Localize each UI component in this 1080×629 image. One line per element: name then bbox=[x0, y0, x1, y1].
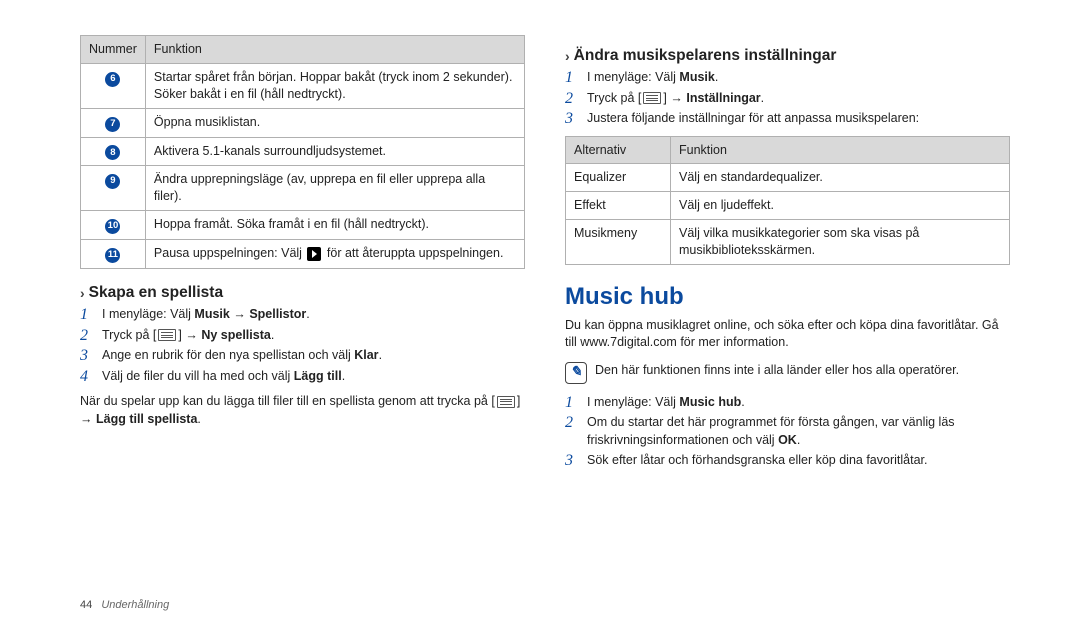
cell-text: Öppna musiklistan. bbox=[145, 108, 524, 137]
step-item: Välj de filer du vill ha med och välj Lä… bbox=[80, 368, 525, 386]
step-item: Tryck på [] → Ny spellista. bbox=[80, 327, 525, 345]
table-row: 8 Aktivera 5.1-kanals surroundljudsystem… bbox=[81, 137, 525, 166]
step-item: I menyläge: Välj Music hub. bbox=[565, 394, 1010, 412]
cell-text: Aktivera 5.1-kanals surroundljudsystemet… bbox=[145, 137, 524, 166]
table-row: 10 Hoppa framåt. Söka framåt i en fil (h… bbox=[81, 211, 525, 240]
cell-text: Hoppa framåt. Söka framåt i en fil (håll… bbox=[145, 211, 524, 240]
note-add-to-playlist: När du spelar upp kan du lägga till file… bbox=[80, 393, 525, 428]
menu-icon bbox=[643, 92, 661, 104]
step-item: Justera följande inställningar för att a… bbox=[565, 110, 1010, 128]
note-availability: ✎ Den här funktionen finns inte i alla l… bbox=[565, 362, 1010, 384]
table-row: 9 Ändra upprepningsläge (av, upprepa en … bbox=[81, 166, 525, 211]
steps-create-playlist: I menyläge: Välj Musik → Spellistor. Try… bbox=[80, 306, 525, 385]
step-item: Tryck på [] → Inställningar. bbox=[565, 90, 1010, 108]
play-icon bbox=[307, 247, 321, 261]
chevron-icon: › bbox=[565, 48, 570, 64]
num-badge-10: 10 bbox=[105, 219, 120, 234]
music-hub-desc: Du kan öppna musiklagret online, och sök… bbox=[565, 317, 1010, 352]
menu-icon bbox=[158, 329, 176, 341]
table-row: 11 Pausa uppspelningen: Välj för att åte… bbox=[81, 240, 525, 269]
step-item: Om du startar det här programmet för för… bbox=[565, 414, 1010, 449]
cell-text: Ändra upprepningsläge (av, upprepa en fi… bbox=[145, 166, 524, 211]
menu-icon bbox=[497, 396, 515, 408]
th-nummer: Nummer bbox=[81, 36, 146, 64]
num-badge-6: 6 bbox=[105, 72, 120, 87]
cell-text: Startar spåret från början. Hoppar bakåt… bbox=[145, 63, 524, 108]
function-table: Nummer Funktion 6 Startar spåret från bö… bbox=[80, 35, 525, 269]
subhead-create-playlist: ›Skapa en spellista bbox=[80, 284, 525, 302]
settings-table: Alternativ Funktion Equalizer Välj en st… bbox=[565, 136, 1010, 265]
step-item: I menyläge: Välj Musik → Spellistor. bbox=[80, 306, 525, 324]
table-row: Equalizer Välj en standardequalizer. bbox=[566, 164, 1010, 192]
subhead-settings: ›Ändra musikspelarens inställningar bbox=[565, 47, 1010, 65]
title-music-hub: Music hub bbox=[565, 283, 1010, 311]
num-badge-8: 8 bbox=[105, 145, 120, 160]
note-text: Den här funktionen finns inte i alla län… bbox=[595, 362, 959, 380]
step-item: Sök efter låtar och förhandsgranska elle… bbox=[565, 452, 1010, 470]
cell-alt: Musikmeny bbox=[566, 220, 671, 265]
table-row: Effekt Välj en ljudeffekt. bbox=[566, 192, 1010, 220]
steps-settings: I menyläge: Välj Musik. Tryck på [] → In… bbox=[565, 69, 1010, 128]
cell-func: Välj en ljudeffekt. bbox=[671, 192, 1010, 220]
chevron-icon: › bbox=[80, 285, 85, 301]
cell-alt: Effekt bbox=[566, 192, 671, 220]
note-icon: ✎ bbox=[565, 362, 587, 384]
th-alternativ: Alternativ bbox=[566, 136, 671, 164]
cell-text: Pausa uppspelningen: Välj för att återup… bbox=[145, 240, 524, 269]
cell-alt: Equalizer bbox=[566, 164, 671, 192]
page-number: 44 bbox=[80, 599, 92, 611]
num-badge-7: 7 bbox=[105, 117, 120, 132]
th-funktion: Funktion bbox=[671, 136, 1010, 164]
steps-music-hub: I menyläge: Välj Music hub. Om du starta… bbox=[565, 394, 1010, 470]
table-row: Musikmeny Välj vilka musikkategorier som… bbox=[566, 220, 1010, 265]
page-footer: 44 Underhållning bbox=[80, 599, 169, 611]
step-item: Ange en rubrik för den nya spellistan oc… bbox=[80, 347, 525, 365]
cell-func: Välj vilka musikkategorier som ska visas… bbox=[671, 220, 1010, 265]
num-badge-9: 9 bbox=[105, 174, 120, 189]
table-row: 7 Öppna musiklistan. bbox=[81, 108, 525, 137]
th-funktion: Funktion bbox=[145, 36, 524, 64]
table-row: 6 Startar spåret från början. Hoppar bak… bbox=[81, 63, 525, 108]
num-badge-11: 11 bbox=[105, 248, 120, 263]
section-label: Underhållning bbox=[101, 599, 169, 611]
step-item: I menyläge: Välj Musik. bbox=[565, 69, 1010, 87]
cell-func: Välj en standardequalizer. bbox=[671, 164, 1010, 192]
